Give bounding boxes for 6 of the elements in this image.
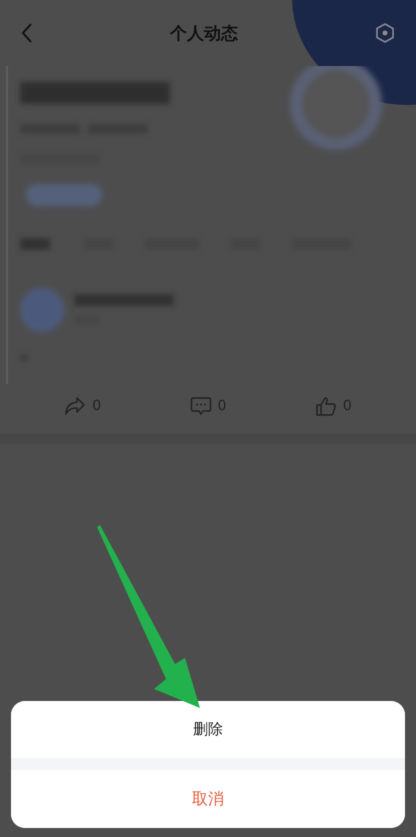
share-icon: [64, 396, 86, 416]
page-title: 个人动态: [170, 22, 238, 44]
settings-icon[interactable]: [374, 22, 396, 44]
comment-icon: [190, 396, 212, 416]
back-icon[interactable]: [20, 22, 34, 44]
thumbs-up-icon: [314, 396, 337, 416]
